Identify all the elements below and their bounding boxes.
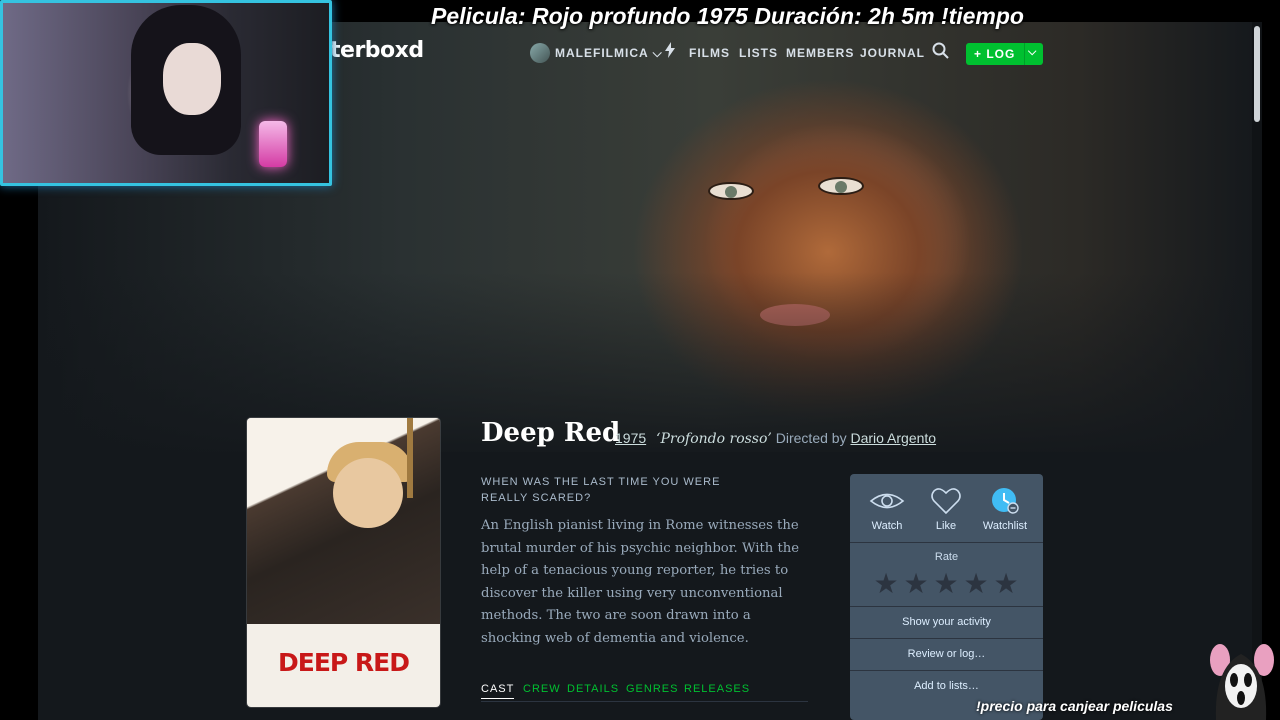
- review-log-button[interactable]: Review or log…: [850, 648, 1043, 660]
- backdrop-eye-right: [818, 177, 864, 195]
- tab-details[interactable]: DETAILS: [567, 683, 619, 695]
- webcam-streamer-face: [163, 43, 221, 115]
- chevron-down-icon[interactable]: ⌵: [1028, 46, 1037, 59]
- original-title: ‘Profondo rosso’: [656, 431, 772, 447]
- nav-films[interactable]: FILMS: [689, 46, 730, 60]
- film-year-link[interactable]: 1975: [615, 430, 646, 446]
- log-button-divider: [1024, 43, 1025, 65]
- nav-lists[interactable]: LISTS: [739, 46, 778, 60]
- film-synopsis: An English pianist living in Rome witnes…: [481, 518, 800, 646]
- film-tabs: CAST CREW DETAILS GENRES RELEASES: [481, 680, 808, 702]
- nav-members[interactable]: MEMBERS: [786, 46, 854, 60]
- star-icon[interactable]: ★: [992, 570, 1020, 598]
- stream-frame: tterboxd MALEFILMICA ⌵ FILMS LISTS MEMBE…: [0, 0, 1280, 720]
- film-tagline: WHEN WAS THE LAST TIME YOU WERE REALLY S…: [481, 476, 721, 504]
- star-icon[interactable]: ★: [902, 570, 930, 598]
- actions-panel: Watch Like Watchlist Rate ★ ★ ★ ★ ★ Show…: [850, 474, 1043, 720]
- poster-doll: [333, 458, 403, 528]
- nav-user-menu[interactable]: MALEFILMICA ⌵: [555, 46, 663, 61]
- like-label: Like: [935, 520, 957, 532]
- panel-divider: [850, 670, 1043, 671]
- nav-journal[interactable]: JOURNAL: [860, 46, 925, 60]
- rating-stars[interactable]: ★ ★ ★ ★ ★: [872, 570, 1022, 598]
- activity-bolt-icon[interactable]: [664, 42, 676, 61]
- eye-icon: [869, 493, 905, 509]
- backdrop-eye-left: [708, 182, 754, 200]
- star-icon[interactable]: ★: [962, 570, 990, 598]
- watchlist-clock-icon: [992, 488, 1019, 514]
- tab-crew[interactable]: CREW: [523, 683, 561, 695]
- director-link[interactable]: Dario Argento: [850, 430, 936, 446]
- film-meta: 1975 ‘Profondo rosso’ Directed by Dario …: [615, 430, 936, 447]
- star-icon[interactable]: ★: [872, 570, 900, 598]
- directed-by-label: Directed by: [775, 430, 847, 446]
- poster-noose: [407, 418, 413, 498]
- film-poster[interactable]: DEEP RED: [247, 418, 440, 707]
- log-button[interactable]: + LOG ⌵: [966, 43, 1043, 65]
- search-icon[interactable]: [932, 42, 950, 60]
- nav-user-label: MALEFILMICA: [555, 46, 649, 60]
- ghostface-icon: [1210, 644, 1274, 720]
- scrollbar-thumb[interactable]: [1254, 26, 1260, 122]
- film-title: Deep Red: [481, 418, 621, 448]
- tab-cast[interactable]: CAST: [481, 683, 515, 699]
- watch-action[interactable]: Watch: [857, 486, 917, 532]
- user-avatar[interactable]: [530, 43, 550, 63]
- redeem-overlay: !precio para canjear peliculas: [976, 698, 1173, 714]
- webcam-overlay: [0, 0, 332, 186]
- site-logo[interactable]: tterboxd: [320, 38, 424, 63]
- star-icon[interactable]: ★: [932, 570, 960, 598]
- add-to-lists-button[interactable]: Add to lists…: [850, 680, 1043, 692]
- stream-title-overlay: Pelicula: Rojo profundo 1975 Duración: 2…: [431, 3, 1024, 29]
- panel-divider: [850, 638, 1043, 639]
- show-activity-button[interactable]: Show your activity: [850, 616, 1043, 628]
- chevron-down-icon: ⌵: [652, 46, 663, 60]
- page-scrollbar[interactable]: [1252, 22, 1262, 720]
- like-action[interactable]: Like: [916, 486, 976, 532]
- tab-releases[interactable]: RELEASES: [684, 683, 750, 695]
- rate-label: Rate: [934, 551, 959, 563]
- heart-icon: [931, 488, 961, 515]
- log-button-label: + LOG: [974, 47, 1016, 61]
- tab-genres[interactable]: GENRES: [626, 683, 678, 695]
- watchlist-action[interactable]: Watchlist: [975, 486, 1035, 532]
- watchlist-label: Watchlist: [982, 520, 1028, 532]
- panel-divider: [850, 606, 1043, 607]
- watch-label: Watch: [871, 520, 903, 532]
- panel-divider: [850, 542, 1043, 543]
- webcam-lamp: [259, 121, 287, 167]
- poster-title: DEEP RED: [277, 648, 410, 677]
